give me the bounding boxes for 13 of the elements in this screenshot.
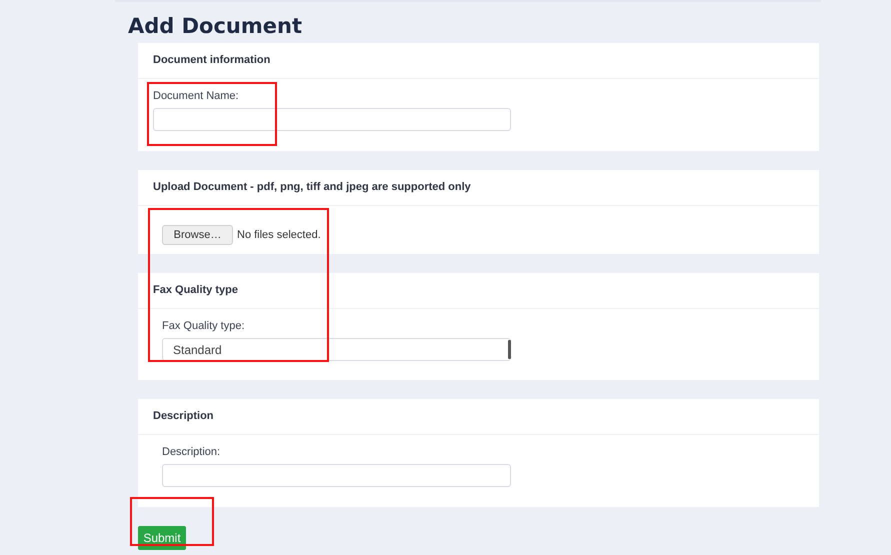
select-field[interactable]: Standard [162, 338, 511, 361]
card-heading: Description [138, 399, 819, 435]
field-label: Document Name: [153, 89, 240, 103]
card-heading: Upload Document - pdf, png, tiff and jpeg are supported only [138, 170, 819, 206]
input-field[interactable] [153, 108, 511, 131]
file-status: No files selected. [237, 229, 321, 241]
input-field[interactable] [162, 464, 511, 487]
page-title: Add Document [128, 13, 302, 39]
card-heading: Fax Quality type [138, 273, 819, 309]
field-label: Fax Quality type: [162, 319, 246, 333]
browse-button[interactable]: Browse… [162, 225, 233, 245]
card-heading: Document information [138, 43, 819, 79]
field-label: Description: [162, 445, 222, 459]
